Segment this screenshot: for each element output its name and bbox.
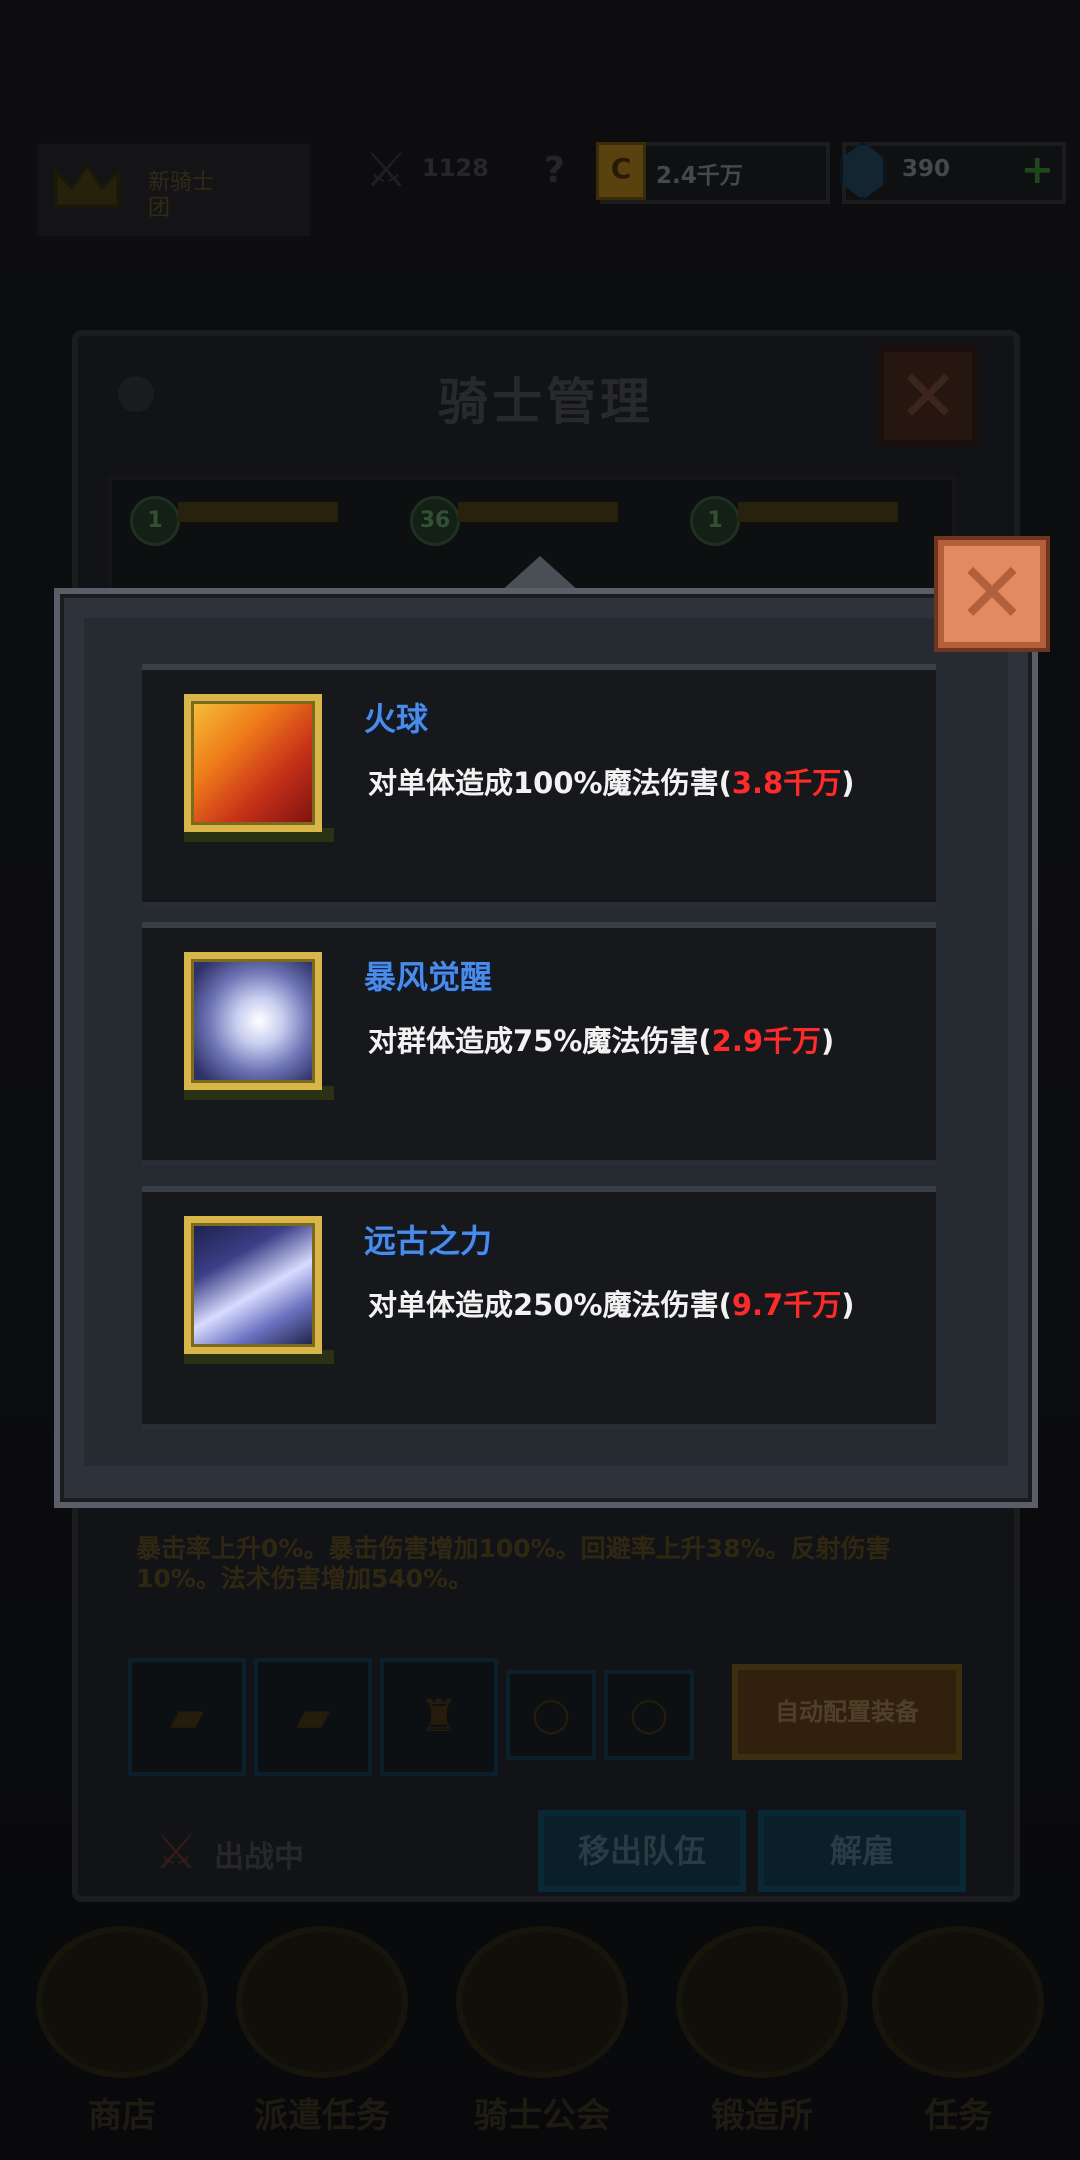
skill-desc-suffix: )	[821, 1024, 835, 1058]
skill-name: 远古之力	[364, 1222, 493, 1260]
storm-icon	[184, 952, 322, 1090]
ancient-power-icon	[184, 1216, 322, 1354]
skill-icon-frame	[184, 952, 334, 1100]
skill-desc-text: 对群体造成75%魔法伤害(	[368, 1024, 712, 1058]
skill-description: 对群体造成75%魔法伤害(2.9千万)	[368, 1018, 834, 1060]
popup-close-button[interactable]: ✕	[938, 540, 1046, 648]
fireball-icon	[184, 694, 322, 832]
skill-desc-suffix: )	[841, 1288, 855, 1322]
skill-card: 暴风觉醒 对群体造成75%魔法伤害(2.9千万)	[142, 922, 936, 1166]
skill-damage-value: 2.9千万	[711, 1024, 822, 1058]
skill-desc-text: 对单体造成100%魔法伤害(	[368, 766, 732, 800]
skill-desc-suffix: )	[841, 766, 855, 800]
skill-card: 远古之力 对单体造成250%魔法伤害(9.7千万)	[142, 1186, 936, 1430]
skill-name: 暴风觉醒	[364, 958, 493, 996]
skill-description: 对单体造成250%魔法伤害(9.7千万)	[368, 1282, 855, 1324]
skill-desc-text: 对单体造成250%魔法伤害(	[368, 1288, 732, 1322]
close-icon: ✕	[956, 544, 1028, 642]
skill-damage-value: 9.7千万	[731, 1288, 842, 1322]
skill-card: 火球 对单体造成100%魔法伤害(3.8千万)	[142, 664, 936, 908]
skill-icon-frame	[184, 694, 334, 842]
skill-icon-frame	[184, 1216, 334, 1364]
skill-damage-value: 3.8千万	[731, 766, 842, 800]
skill-name: 火球	[364, 700, 429, 738]
skill-description: 对单体造成100%魔法伤害(3.8千万)	[368, 760, 855, 802]
